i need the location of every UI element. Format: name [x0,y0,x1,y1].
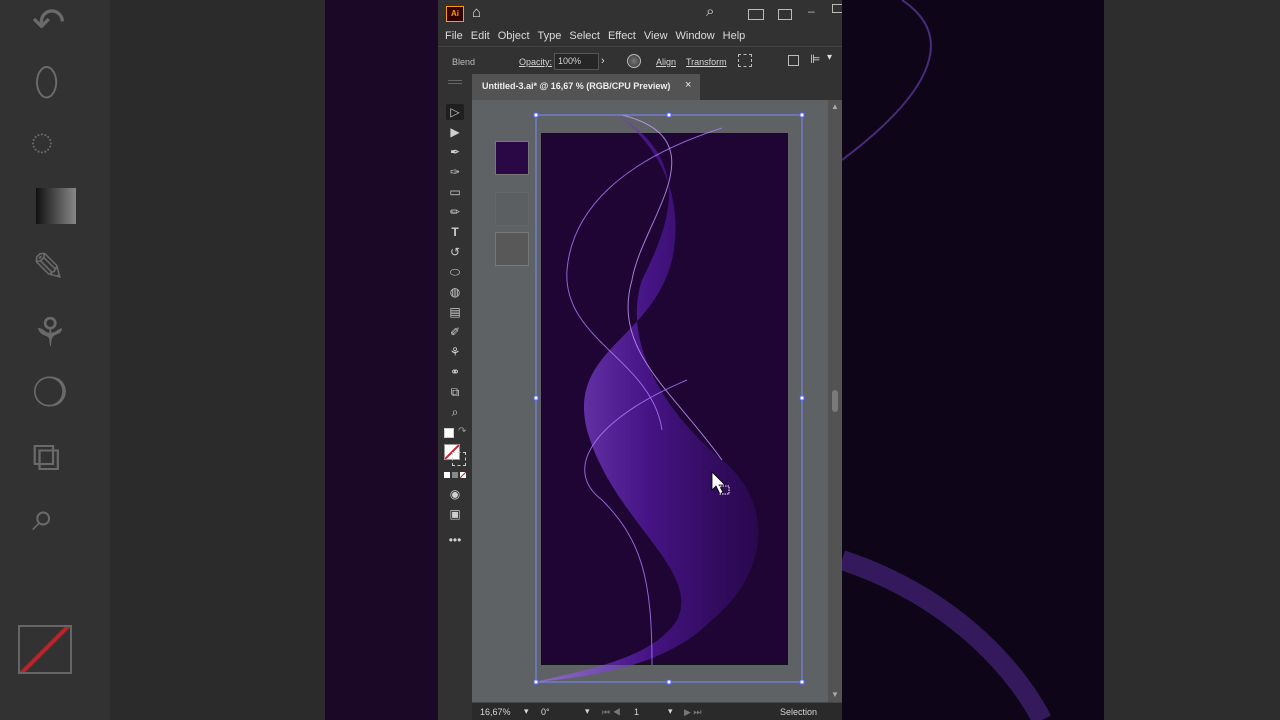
artboard-number[interactable]: 1 [634,707,639,717]
color-mode-icon[interactable] [444,472,450,478]
rotation-value[interactable]: 0° [541,707,550,717]
none-mode-icon[interactable] [460,472,466,478]
zoom-level[interactable]: 16,67% [480,707,511,717]
menu-window[interactable]: Window [676,30,715,42]
transform-link[interactable]: Transform [686,57,727,67]
curvature-tool-icon[interactable]: ✑ [446,164,464,180]
pen-tool-icon[interactable]: ✒ [446,144,464,160]
blend-icon: ❍ [32,371,68,415]
object-type-label: Blend [452,57,476,67]
vertical-scrollbar[interactable]: ▲ ▼ [828,100,842,702]
document-tab-bar: Untitled-3.ai* @ 16,67 % (RGB/CPU Previe… [472,74,842,100]
artboard-icon: ⧉ [32,435,61,479]
swap-colors-icon[interactable]: ↷ [458,426,466,437]
app-logo: Ai [446,6,464,22]
artboard-dropdown-icon[interactable]: ▾ [668,706,673,717]
eraser-tool-icon[interactable]: ⬭ [446,264,464,280]
rotate-tool-icon[interactable]: ↺ [446,244,464,260]
status-bar: 16,67% ▾ 0° ▾ ⏮ ◀ 1 ▾ ▶ ⏭ Selection [472,702,842,720]
recolor-artwork-icon[interactable] [627,54,641,68]
document-tab[interactable]: Untitled-3.ai* @ 16,67 % (RGB/CPU Previe… [472,74,700,100]
eyedropper-icon: ✎ [32,246,66,290]
zoom-tool-icon[interactable]: ⌕ [446,404,464,420]
canvas-area[interactable] [472,100,828,702]
shape-builder-tool-icon[interactable]: ◍ [446,284,464,300]
panel-menu-icon[interactable]: ⊫ [810,52,820,66]
undo-icon: ↶ [32,1,66,45]
illustrator-window: Ai ⌂ ⌕ – File Edit Object Type Select Ef… [438,0,842,720]
gradient-icon [36,188,76,224]
zoom-icon: ⌕ [32,495,55,539]
scroll-thumb[interactable] [832,390,838,412]
opacity-arrow-icon[interactable]: › [601,55,605,67]
artboard-nav-first-icon[interactable]: ⏮ ◀ [602,707,621,718]
wave-band [536,115,759,682]
selection-tool-icon[interactable]: ▷ [446,104,464,120]
title-bar: Ai ⌂ ⌕ – [438,0,842,26]
background-artwork-blur [325,0,438,720]
menu-file[interactable]: File [445,30,463,42]
zoom-dropdown-icon[interactable]: ▾ [524,706,529,717]
background-right-blur [842,0,1280,720]
close-tab-icon[interactable]: × [685,79,691,91]
menu-help[interactable]: Help [723,30,746,42]
artboard-nav-last-icon[interactable]: ▶ ⏭ [684,707,702,718]
screen-mode-icon[interactable]: ▣ [446,506,464,522]
home-icon[interactable]: ⌂ [472,4,481,21]
maximize-icon[interactable] [832,4,842,13]
direct-selection-tool-icon[interactable]: ▶ [446,124,464,140]
more-tools-icon[interactable]: ••• [446,532,464,548]
scroll-up-icon[interactable]: ▲ [831,102,839,111]
background-panel-blur [1104,0,1280,720]
menu-select[interactable]: Select [569,30,600,42]
opacity-input[interactable]: 100% [554,53,599,70]
gradient-mode-icon[interactable] [452,472,458,478]
artboard-tool-icon[interactable]: ⧉ [446,384,464,400]
stroke-swatch-mixed[interactable] [452,452,466,466]
default-colors-icon[interactable] [444,428,454,438]
chevron-down-icon[interactable]: ▾ [827,52,832,63]
isolate-object-icon[interactable] [738,54,752,67]
arrange-documents-icon[interactable] [748,9,764,20]
menu-view[interactable]: View [644,30,668,42]
menu-edit[interactable]: Edit [471,30,490,42]
fill-stroke-icon [18,625,72,674]
menu-object[interactable]: Object [498,30,530,42]
menu-effect[interactable]: Effect [608,30,636,42]
puppet-warp-icon: ⚘ [32,311,68,355]
puppet-warp-tool-icon[interactable]: ⚘ [446,344,464,360]
background-left-blur: ↶ ⬯ ◌ ✎ ⚘ ❍ ⧉ ⌕ [0,0,438,720]
document-tab-title: Untitled-3.ai* @ 16,67 % (RGB/CPU Previe… [482,81,671,91]
blend-artwork[interactable] [472,100,828,702]
tools-panel: ▷ ▶ ✒ ✑ ▭ ✏ T ↺ ⬭ ◍ ▤ ✐ ⚘ ⚭ ⧉ ⌕ ↷ ◉ ▣ ••… [438,74,472,720]
blend-tool-icon[interactable]: ⚭ [446,364,464,380]
control-bar: Blend Opacity: 100% › Align Transform ⊫ … [438,46,842,75]
align-link[interactable]: Align [656,57,676,67]
rectangle-tool-icon[interactable]: ▭ [446,184,464,200]
menu-type[interactable]: Type [538,30,562,42]
eyedropper-tool-icon[interactable]: ✐ [446,324,464,340]
scroll-down-icon[interactable]: ▼ [831,690,839,699]
shape-builder-icon: ◌ [30,120,54,164]
minimize-icon[interactable]: – [808,4,815,18]
rotation-dropdown-icon[interactable]: ▾ [585,706,590,717]
arrange-icon[interactable] [788,55,799,66]
background-toolbar-blur [0,0,110,720]
menu-bar: File Edit Object Type Select Effect View… [438,26,842,46]
pencil-tool-icon[interactable]: ✏ [446,204,464,220]
eraser-icon: ⬯ [34,60,60,104]
toolbar-grip[interactable] [448,80,462,84]
opacity-label[interactable]: Opacity: [519,57,552,67]
type-tool-icon[interactable]: T [446,224,464,240]
workspace-icon[interactable] [778,9,792,20]
gradient-tool-icon[interactable]: ▤ [446,304,464,320]
search-icon[interactable]: ⌕ [706,3,714,20]
none-mode-slash [460,472,466,478]
draw-mode-icon[interactable]: ◉ [446,486,464,502]
current-tool-label: Selection [780,707,818,717]
